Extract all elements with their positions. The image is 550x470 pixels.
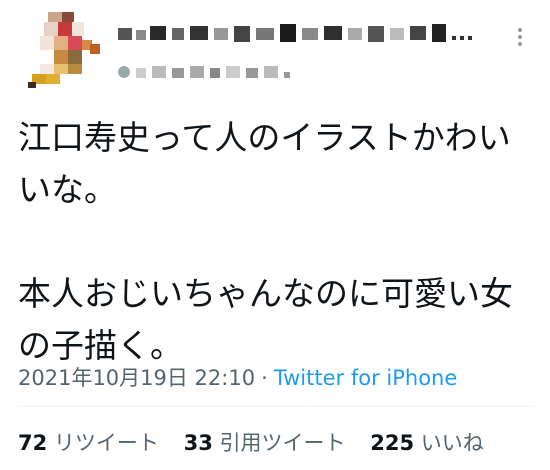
tweet-line: 江口寿史って人のイラストかわい (18, 118, 511, 157)
engagement-stats: 72 リツイート 33 引用ツイート 225 いいね (18, 427, 502, 457)
tweet-source-link[interactable]: Twitter for iPhone (274, 366, 458, 390)
quotes-label: 引用ツイート (219, 431, 346, 455)
divider (18, 406, 534, 407)
ellipsis-vertical-icon[interactable] (510, 22, 530, 52)
retweets-stat[interactable]: 72 リツイート (18, 431, 166, 455)
author-avatar[interactable] (18, 8, 100, 90)
likes-label: いいね (420, 431, 484, 455)
tweet-text: 江口寿史って人のイラストかわい いな。 本人おじいちゃんなのに可愛い女 の子描く… (18, 112, 533, 372)
likes-stat[interactable]: 225 いいね (370, 431, 484, 455)
author-display-name[interactable] (118, 18, 488, 48)
meta-separator: · (261, 366, 268, 390)
tweet-line: いな。 (18, 170, 117, 209)
tweet-timestamp[interactable]: 2021年10月19日 22:10 (18, 366, 255, 390)
quotes-stat[interactable]: 33 引用ツイート (184, 431, 353, 455)
tweet-line-blank (18, 216, 533, 268)
retweets-label: リツイート (53, 431, 159, 455)
retweets-count: 72 (18, 431, 48, 455)
quotes-count: 33 (183, 431, 213, 455)
tweet-meta: 2021年10月19日 22:10 · Twitter for iPhone (18, 362, 457, 392)
likes-count: 225 (370, 431, 415, 455)
author-handle[interactable] (118, 62, 308, 82)
tweet-line: 本人おじいちゃんなのに可愛い女 (18, 274, 513, 313)
